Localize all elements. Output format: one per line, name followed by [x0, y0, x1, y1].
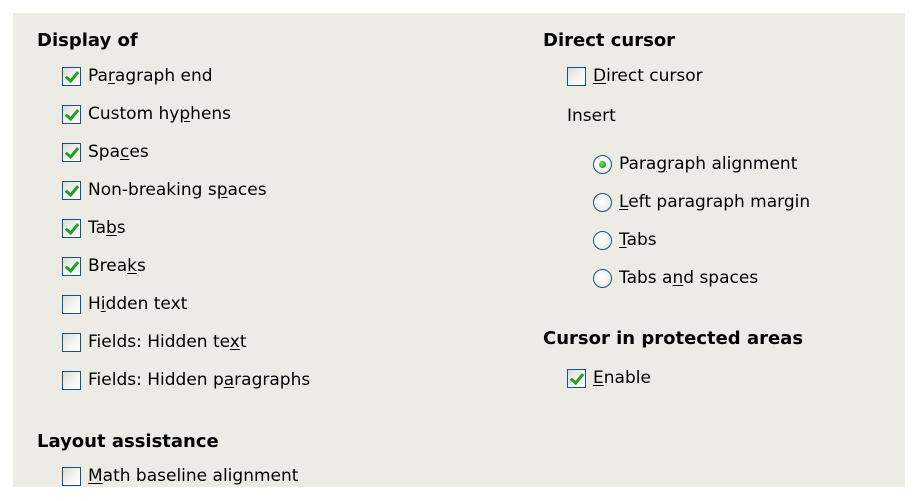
- checkbox-unchecked[interactable]: [62, 332, 81, 352]
- option-label: Paragraph alignment: [619, 154, 798, 174]
- checkbox-checked[interactable]: [62, 256, 81, 276]
- mnemonic-key: L: [619, 192, 629, 212]
- insert-label: Insert: [567, 106, 616, 126]
- option-label: Paragraph end: [88, 66, 213, 86]
- option-label: Spaces: [88, 142, 149, 162]
- mnemonic-key: T: [619, 230, 627, 250]
- checkbox-tabs[interactable]: Tabs: [62, 216, 126, 240]
- radio-unselected[interactable]: [593, 192, 612, 212]
- mnemonic-key: D: [593, 66, 607, 86]
- checkbox-spaces[interactable]: Spaces: [62, 140, 149, 164]
- radio-tabs-and-spaces[interactable]: Tabs and spaces: [593, 266, 758, 290]
- option-label: Fields: Hidden paragraphs: [88, 370, 311, 390]
- mnemonic-key: p: [179, 104, 191, 124]
- checkbox-paragraph-end[interactable]: Paragraph end: [62, 64, 213, 88]
- checkbox-checked[interactable]: [567, 368, 586, 388]
- option-label: Breaks: [88, 256, 146, 276]
- option-label: Enable: [593, 368, 651, 388]
- mnemonic-key: k: [127, 256, 138, 276]
- mnemonic-key: b: [106, 218, 117, 238]
- option-label: Hidden text: [88, 294, 188, 314]
- mnemonic-key: c: [120, 142, 130, 162]
- mnemonic-key: a: [223, 370, 235, 390]
- mnemonic-key: E: [593, 368, 604, 388]
- checkbox-checked[interactable]: [62, 218, 81, 238]
- checkbox-unchecked[interactable]: [62, 294, 81, 314]
- option-label: Math baseline alignment: [88, 466, 299, 486]
- mnemonic-key: g: [656, 154, 668, 174]
- radio-unselected[interactable]: [593, 230, 612, 250]
- checkbox-checked[interactable]: [62, 66, 81, 86]
- radio-unselected[interactable]: [593, 268, 612, 288]
- checkbox-direct-cursor[interactable]: Direct cursor: [567, 64, 703, 88]
- radio-paragraph-alignment[interactable]: Paragraph alignment: [593, 152, 797, 176]
- mnemonic-key: p: [216, 180, 228, 200]
- radio-left-paragraph-margin[interactable]: Left paragraph margin: [593, 190, 810, 214]
- option-label: Tabs: [619, 230, 657, 250]
- option-label: Tabs: [88, 218, 126, 238]
- mnemonic-key: M: [88, 466, 103, 486]
- checkbox-unchecked[interactable]: [567, 66, 586, 86]
- mnemonic-key: r: [107, 66, 115, 86]
- option-label: Fields: Hidden text: [88, 332, 247, 352]
- option-label: Tabs and spaces: [619, 268, 759, 288]
- checkbox-unchecked[interactable]: [62, 370, 81, 390]
- checkbox-fields-hidden-text[interactable]: Fields: Hidden text: [62, 330, 247, 354]
- mnemonic-key: x: [229, 332, 240, 352]
- checkbox-unchecked[interactable]: [62, 466, 81, 486]
- checkbox-custom-hyphens[interactable]: Custom hyphens: [62, 102, 231, 126]
- option-label: Direct cursor: [593, 66, 703, 86]
- checkbox-checked[interactable]: [62, 180, 81, 200]
- layout-assistance-heading: Layout assistance: [37, 431, 219, 452]
- option-label: Left paragraph margin: [619, 192, 811, 212]
- checkbox-math-baseline-alignment[interactable]: Math baseline alignment: [62, 464, 298, 488]
- checkbox-enable[interactable]: Enable: [567, 366, 651, 390]
- checkbox-checked[interactable]: [62, 104, 81, 124]
- radio-selected[interactable]: [593, 154, 612, 174]
- radio-tabs[interactable]: Tabs: [593, 228, 657, 252]
- option-label: Custom hyphens: [88, 104, 232, 124]
- checkbox-checked[interactable]: [62, 142, 81, 162]
- protected-areas-heading: Cursor in protected areas: [543, 328, 804, 349]
- checkbox-non-breaking-spaces[interactable]: Non-breaking spaces: [62, 178, 267, 202]
- checkbox-fields-hidden-paragraphs[interactable]: Fields: Hidden paragraphs: [62, 368, 310, 392]
- checkbox-breaks[interactable]: Breaks: [62, 254, 146, 278]
- option-label: Non-breaking spaces: [88, 180, 267, 200]
- display-of-heading: Display of: [37, 30, 138, 51]
- direct-cursor-heading: Direct cursor: [543, 30, 676, 51]
- mnemonic-key: n: [672, 268, 684, 288]
- checkbox-hidden-text[interactable]: Hidden text: [62, 292, 187, 316]
